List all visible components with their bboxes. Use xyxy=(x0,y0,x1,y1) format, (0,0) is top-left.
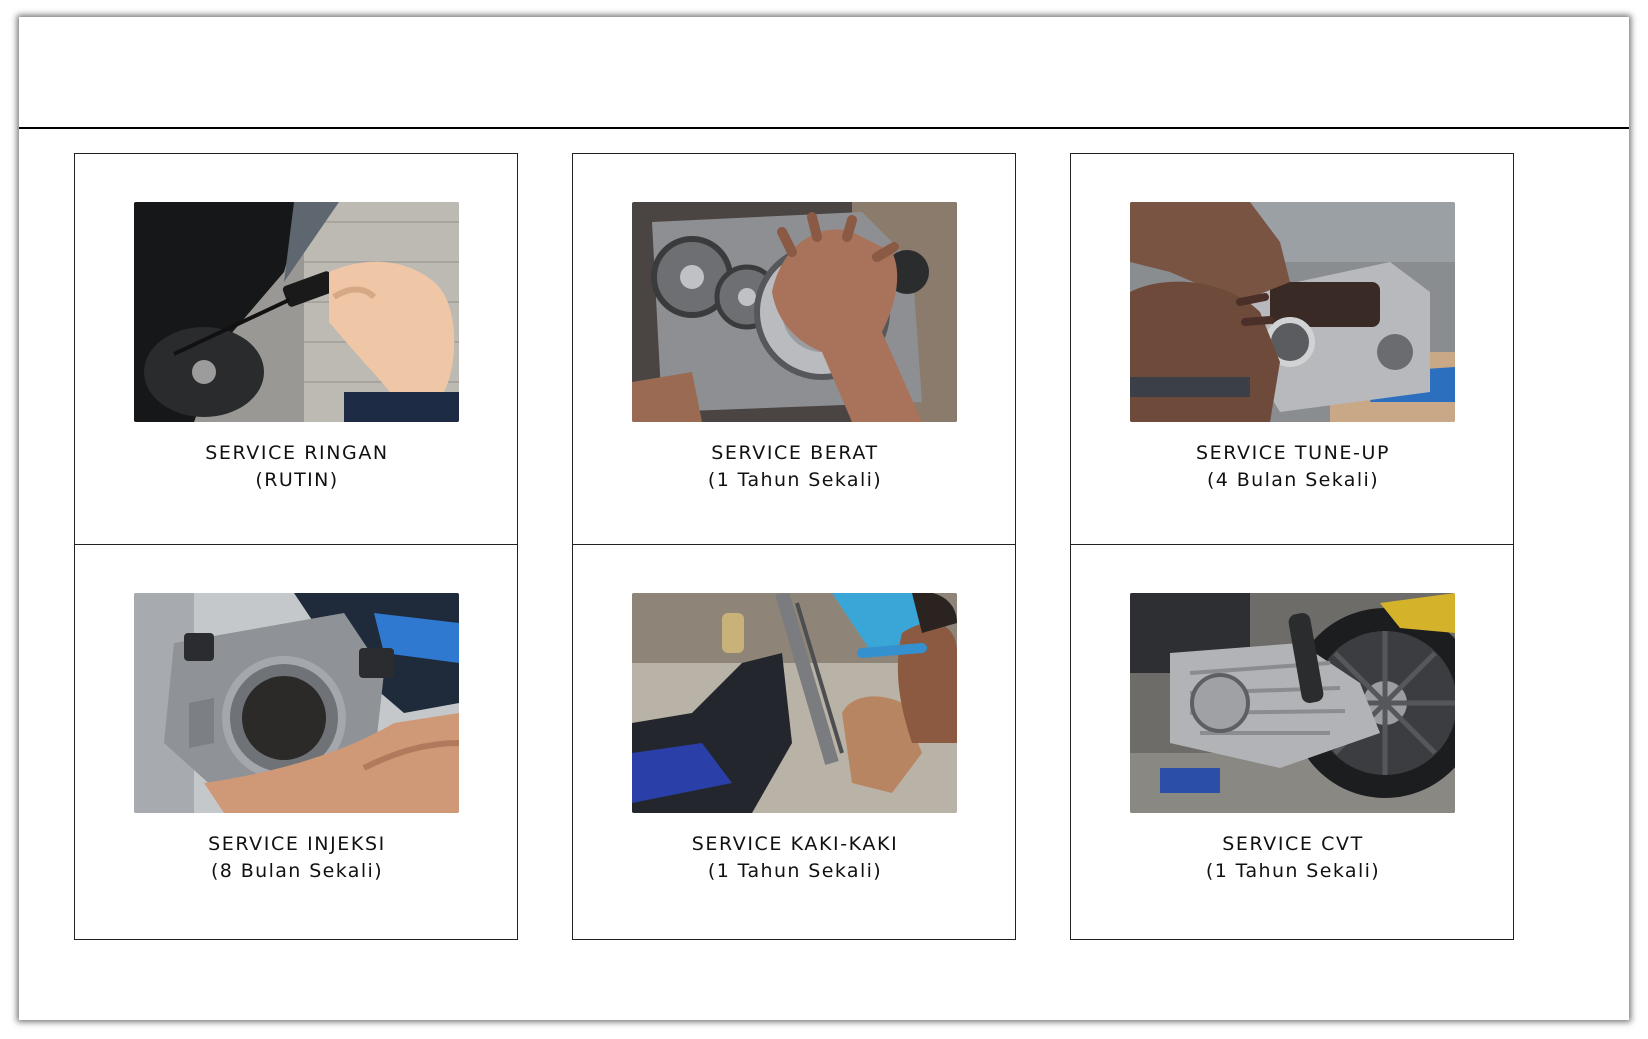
service-interval: (RUTIN) xyxy=(255,469,339,491)
service-card-kaki-kaki[interactable]: SERVICE KAKI-KAKI (1 Tahun Sekali) xyxy=(572,544,1016,940)
cvt-wheel-photo xyxy=(1130,593,1455,813)
service-card-berat[interactable]: SERVICE BERAT (1 Tahun Sekali) xyxy=(572,153,1016,549)
service-interval: (1 Tahun Sekali) xyxy=(707,860,883,882)
engine-gears-photo xyxy=(632,202,957,422)
service-title: SERVICE RINGAN xyxy=(205,442,389,464)
throttle-body-photo xyxy=(134,593,459,813)
page-frame: SERVICE RINGAN (RUTIN) SERVICE BERAT (1 … xyxy=(19,17,1629,1020)
service-card-injeksi[interactable]: SERVICE INJEKSI (8 Bulan Sekali) xyxy=(74,544,518,940)
suspension-repair-photo xyxy=(632,593,957,813)
service-card-tune-up[interactable]: SERVICE TUNE-UP (4 Bulan Sekali) xyxy=(1070,153,1514,549)
service-title: SERVICE BERAT xyxy=(711,442,879,464)
service-interval: (1 Tahun Sekali) xyxy=(707,469,883,491)
cylinder-head-photo xyxy=(1130,202,1455,422)
service-title: SERVICE KAKI-KAKI xyxy=(691,833,899,855)
service-card-cvt[interactable]: SERVICE CVT (1 Tahun Sekali) xyxy=(1070,544,1514,940)
service-interval: (4 Bulan Sekali) xyxy=(1206,469,1380,491)
service-interval: (1 Tahun Sekali) xyxy=(1205,860,1381,882)
service-title: SERVICE TUNE-UP xyxy=(1195,442,1391,464)
oil-dipstick-photo xyxy=(134,202,459,422)
service-interval: (8 Bulan Sekali) xyxy=(210,860,384,882)
service-title: SERVICE CVT xyxy=(1222,833,1364,855)
page-header xyxy=(19,17,1629,129)
service-title: SERVICE INJEKSI xyxy=(208,833,386,855)
service-card-ringan[interactable]: SERVICE RINGAN (RUTIN) xyxy=(74,153,518,549)
